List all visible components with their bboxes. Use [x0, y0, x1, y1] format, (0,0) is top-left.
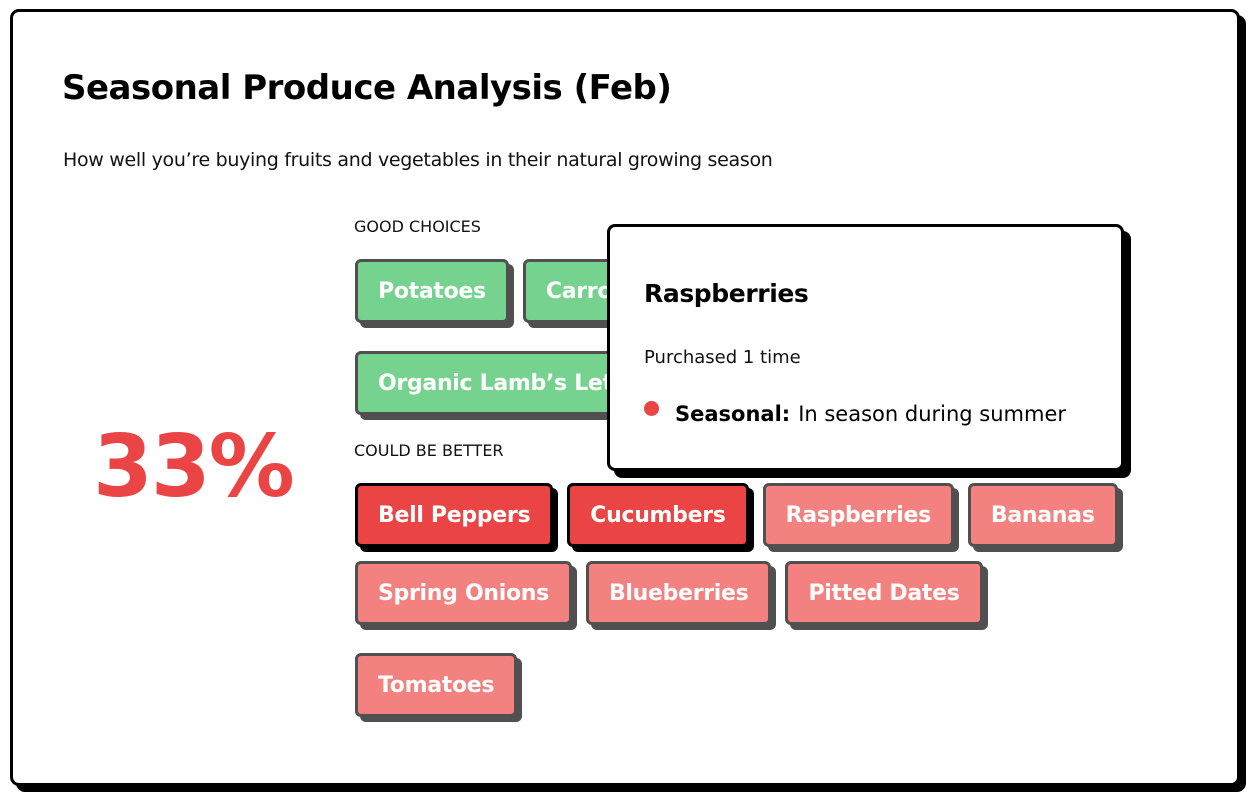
produce-tag-raspberries[interactable]: Raspberries [762, 483, 954, 547]
produce-tag-pitted-dates[interactable]: Pitted Dates [785, 561, 983, 625]
could-be-better-label: COULD BE BETTER [354, 441, 504, 460]
tooltip-seasonal-status: Seasonal: In season during summer [644, 400, 1067, 426]
could-be-better-list: Bell Peppers Cucumbers Raspberries Banan… [355, 483, 1155, 717]
red-dot-icon [644, 400, 659, 416]
produce-tooltip: Raspberries Purchased 1 time Seasonal: I… [607, 224, 1124, 471]
produce-tag-bell-peppers[interactable]: Bell Peppers [355, 483, 554, 547]
page-title: Seasonal Produce Analysis (Feb) [62, 68, 672, 108]
produce-tag-spring-onions[interactable]: Spring Onions [355, 561, 572, 625]
page-subtitle: How well you’re buying fruits and vegeta… [63, 149, 773, 171]
seasonal-score: 33% [93, 417, 295, 517]
tooltip-purchase-count: Purchased 1 time [644, 347, 801, 368]
produce-tag-tomatoes[interactable]: Tomatoes [355, 653, 518, 717]
produce-tag-cucumbers[interactable]: Cucumbers [567, 483, 749, 547]
tooltip-status-value: In season during summer [798, 402, 1067, 426]
tooltip-title: Raspberries [644, 279, 809, 308]
produce-tag-potatoes[interactable]: Potatoes [355, 259, 509, 323]
good-choices-label: GOOD CHOICES [354, 217, 481, 236]
tooltip-status-key: Seasonal: [675, 402, 791, 426]
produce-tag-bananas[interactable]: Bananas [967, 483, 1118, 547]
produce-tag-blueberries[interactable]: Blueberries [585, 561, 772, 625]
